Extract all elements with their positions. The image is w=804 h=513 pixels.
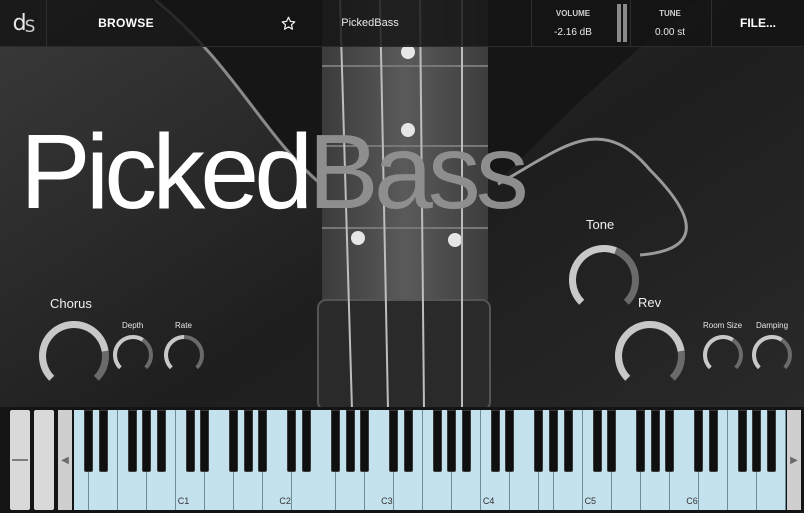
black-key[interactable] [331,410,341,472]
octave-up-button[interactable]: ▶ [787,410,801,510]
knob-value-arc [569,245,617,305]
logo-letter-d: d [12,10,27,36]
black-key[interactable] [650,410,660,472]
black-key[interactable] [127,410,137,472]
black-key[interactable] [490,410,500,472]
black-key[interactable] [461,410,471,472]
black-key[interactable] [185,410,195,472]
black-key[interactable] [301,410,311,472]
triangle-right-icon: ▶ [790,454,798,466]
chorus-label: Chorus [50,296,92,311]
rate-knob[interactable] [163,334,205,376]
octave-label: C5 [584,496,597,506]
knob-value-arc [39,321,109,381]
tune-label: TUNE [659,8,681,18]
black-key[interactable] [389,410,399,472]
damping-knob[interactable] [751,334,793,376]
tone-knob[interactable] [568,244,640,316]
octave-label: C6 [686,496,698,506]
star-icon [281,16,295,30]
black-key[interactable] [752,410,762,472]
preset-name[interactable]: PickedBass [310,0,430,46]
damping-label: Damping [756,321,789,330]
title-picked: Picked [20,113,313,231]
octave-label: C3 [381,496,393,506]
knob-value-arc [615,321,685,381]
keyboard-panel: ◀ C1 C2 C3 C4 C5 C6 ▶ [0,407,804,513]
black-key[interactable] [403,410,413,472]
instrument-title: PickedBass [20,112,529,232]
tune-value[interactable]: 0.00 st [630,24,710,40]
black-key[interactable] [549,410,558,472]
black-key[interactable] [563,410,573,472]
black-key[interactable] [694,410,704,472]
black-key[interactable] [505,410,515,472]
room-size-label: Room Size [703,321,743,330]
octave-label: C2 [279,496,291,506]
level-meter [617,4,627,42]
piano-keyboard[interactable]: C1 C2 C3 C4 C5 C6 [74,410,786,510]
black-key[interactable] [200,410,210,472]
knob-value-arc [113,335,144,370]
black-key[interactable] [592,410,602,472]
octave-label: C4 [482,496,495,506]
black-key[interactable] [345,410,355,472]
black-key[interactable] [360,410,370,472]
tone-label: Tone [586,217,615,232]
black-key[interactable] [766,410,776,472]
black-key[interactable] [142,410,152,472]
logo-letter-s: S [24,17,36,37]
title-bass: Bass [308,113,529,231]
pitch-wheel-center-mark [12,459,28,461]
black-key[interactable] [534,410,544,472]
black-key[interactable] [737,410,747,472]
black-key[interactable] [156,410,166,472]
depth-label: Depth [122,321,144,330]
room-size-knob[interactable] [702,334,744,376]
black-key[interactable] [243,410,253,472]
black-key[interactable] [708,410,718,472]
favorite-star-icon[interactable] [276,0,300,46]
black-key[interactable] [432,410,442,472]
chorus-knob[interactable] [38,320,110,392]
black-key[interactable] [84,410,94,472]
rev-knob[interactable] [614,320,686,392]
octave-down-button[interactable]: ◀ [58,410,72,510]
pitch-bend-wheel[interactable] [10,410,30,510]
triangle-left-icon: ◀ [61,454,69,466]
black-key[interactable] [607,410,617,472]
black-key[interactable] [636,410,646,472]
knob-value-arc [164,335,185,370]
rate-label: Rate [175,321,192,330]
volume-value[interactable]: -2.16 dB [532,24,614,40]
app-logo: dS [0,0,47,46]
black-key[interactable] [98,410,108,472]
black-key[interactable] [258,410,268,472]
black-key[interactable] [665,410,675,472]
file-menu-button[interactable]: FILE... [712,0,804,46]
browse-button[interactable]: BROWSE [46,0,206,46]
black-key[interactable] [287,410,297,472]
black-key[interactable] [447,410,457,472]
mod-wheel[interactable] [34,410,54,510]
depth-knob[interactable] [112,334,154,376]
black-key[interactable] [229,410,239,472]
knob-value-arc [752,335,783,370]
knob-value-arc [703,335,734,370]
volume-label: VOLUME [555,8,591,18]
top-bar: dS BROWSE PickedBass VOLUME -2.16 dB TUN… [0,0,804,47]
rev-label: Rev [638,295,662,310]
octave-label: C1 [177,496,190,506]
